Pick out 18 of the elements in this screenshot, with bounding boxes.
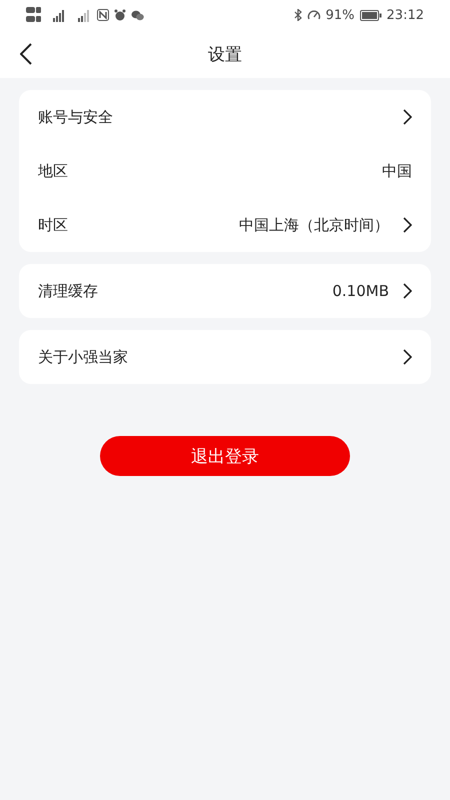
row-label: 时区	[38, 216, 69, 234]
logout-button[interactable]: 退出登录	[100, 436, 350, 476]
row-value: 中国上海（北京时间）	[239, 216, 389, 234]
row-value: 中国	[382, 162, 412, 180]
nfc-icon	[97, 9, 109, 21]
speedometer-icon	[306, 9, 321, 21]
battery-icon	[360, 10, 382, 20]
row-label: 账号与安全	[38, 108, 114, 126]
row-label: 地区	[38, 162, 69, 180]
chat-icon	[131, 10, 144, 20]
back-button[interactable]	[20, 43, 32, 65]
row-label: 关于小强当家	[38, 348, 129, 366]
bluetooth-icon	[294, 9, 302, 21]
clock: 23:12	[386, 8, 424, 22]
row-value: 0.10MB	[332, 282, 389, 300]
page-title: 设置	[208, 44, 242, 66]
row-label: 清理缓存	[38, 282, 99, 300]
battery-percent: 91%	[326, 8, 355, 22]
